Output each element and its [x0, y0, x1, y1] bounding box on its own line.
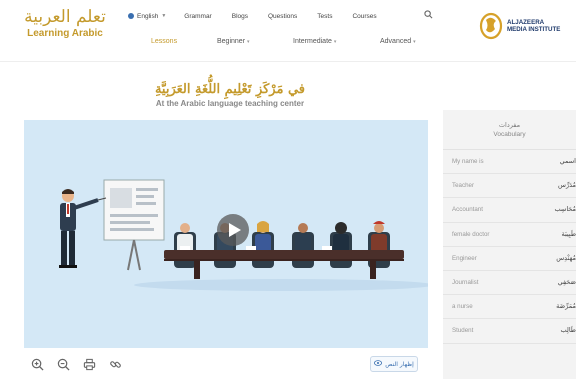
tab-advanced[interactable]: Advanced ▾: [380, 38, 416, 45]
vocabulary-row[interactable]: Accountant مُحَاسِب: [443, 198, 576, 223]
media-toolbar: [30, 355, 122, 373]
show-text-label: إظهار النص: [385, 360, 414, 368]
nav-blogs[interactable]: Blogs: [232, 13, 248, 20]
chevron-down-icon: ▾: [246, 39, 250, 45]
top-nav: English ▼ Grammar Blogs Questions Tests …: [128, 9, 433, 23]
site-header: تعلم العربية Learning Arabic English ▼ G…: [0, 0, 576, 62]
chevron-down-icon: ▾: [333, 39, 337, 45]
vocabulary-arabic: طَبِيبَة: [561, 229, 576, 238]
nav-questions[interactable]: Questions: [268, 13, 297, 20]
eye-icon: [374, 360, 383, 368]
logo-english: Learning Arabic: [27, 28, 103, 39]
vocabulary-header: مفردات Vocabulary: [443, 110, 576, 150]
show-text-button[interactable]: إظهار النص: [370, 356, 418, 372]
lesson-title-english: At the Arabic language teaching center: [155, 99, 305, 108]
vocabulary-english: Student: [452, 327, 474, 335]
nav-courses[interactable]: Courses: [352, 13, 376, 20]
vocabulary-row[interactable]: a nurse مُمَرِّضَة: [443, 295, 576, 320]
vocabulary-arabic: طَالِب: [560, 326, 576, 335]
vocabulary-arabic: مُحَاسِب: [554, 205, 576, 214]
print-icon[interactable]: [82, 357, 96, 371]
chevron-down-icon: ▾: [413, 39, 416, 45]
link-icon[interactable]: [108, 357, 122, 371]
aljazeera-emblem-icon: [479, 12, 503, 40]
tab-beginner[interactable]: Beginner ▾: [217, 38, 250, 45]
globe-icon: [128, 13, 134, 19]
vocabulary-english: Accountant: [452, 206, 483, 214]
vocabulary-arabic: مُدَرِّس: [558, 181, 576, 190]
floor-shadow: [134, 279, 428, 291]
zoom-in-icon[interactable]: [30, 357, 44, 371]
language-label: English: [137, 12, 159, 20]
lesson-title-arabic: في مَرْكَزِ تَعْلِيمِ اللُّغَةِ العَرَبِ…: [154, 82, 306, 97]
chevron-down-icon: ▼: [161, 13, 167, 19]
vocabulary-arabic: مُهَنْدِس: [556, 253, 576, 262]
nav-grammar[interactable]: Grammar: [184, 13, 211, 20]
vocabulary-arabic: صَحَفِي: [557, 277, 576, 286]
tab-intermediate[interactable]: Intermediate ▾: [293, 38, 336, 45]
vocabulary-panel: مفردات Vocabulary My name is اسمي Teache…: [443, 110, 576, 379]
vocabulary-title-arabic: مفردات: [498, 121, 521, 129]
teacher-figure: [59, 189, 107, 268]
vocabulary-row[interactable]: Teacher مُدَرِّس: [443, 174, 576, 199]
vocabulary-english: Teacher: [452, 182, 475, 190]
vocabulary-title-english: Vocabulary: [493, 131, 526, 138]
aljazeera-text: ALJAZEERA MEDIA INSTITUTE: [507, 18, 561, 34]
vocabulary-row[interactable]: Journalist صَحَفِي: [443, 271, 576, 296]
vocabulary-arabic: مُمَرِّضَة: [556, 302, 576, 311]
nav-tests[interactable]: Tests: [317, 13, 332, 20]
search-icon[interactable]: [424, 10, 434, 20]
vocabulary-english: female doctor: [452, 230, 490, 238]
vocabulary-row[interactable]: female doctor طَبِيبَة: [443, 223, 576, 247]
aljazeera-logo[interactable]: ALJAZEERA MEDIA INSTITUTE: [478, 10, 570, 42]
video-player[interactable]: [24, 120, 428, 348]
language-selector[interactable]: English ▼: [128, 13, 166, 20]
logo-arabic: تعلم العربية: [24, 7, 106, 27]
vocabulary-arabic: اسمي: [559, 157, 576, 165]
vocabulary-english: Engineer: [452, 254, 477, 262]
site-logo[interactable]: تعلم العربية Learning Arabic: [20, 6, 110, 40]
tab-lessons[interactable]: Lessons: [151, 38, 177, 45]
vocabulary-english: My name is: [452, 158, 484, 165]
vocabulary-row[interactable]: My name is اسمي: [443, 150, 576, 175]
vocabulary-english: a nurse: [452, 303, 473, 311]
vocabulary-row[interactable]: Student طَالِب: [443, 319, 576, 344]
play-icon: [217, 214, 249, 246]
vocabulary-english: Journalist: [452, 278, 479, 286]
vocabulary-row[interactable]: Engineer مُهَنْدِس: [443, 247, 576, 271]
presentation-board: [103, 179, 165, 271]
level-nav: Lessons Beginner ▾ Intermediate ▾ Advanc…: [128, 34, 448, 50]
zoom-out-icon[interactable]: [56, 357, 70, 371]
